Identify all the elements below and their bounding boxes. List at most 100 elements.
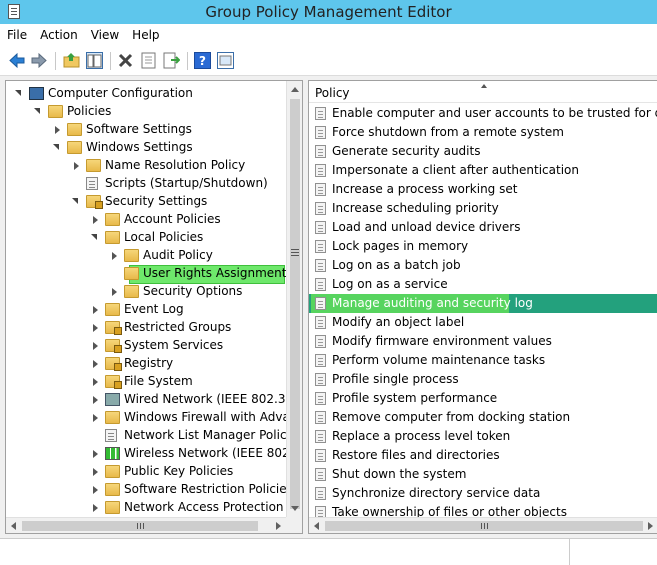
tree-item[interactable]: Event Log bbox=[6, 301, 286, 319]
tree-item[interactable]: Registry bbox=[6, 355, 286, 373]
policy-row[interactable]: Synchronize directory service data bbox=[309, 484, 657, 503]
policy-row[interactable]: Modify an object label bbox=[309, 313, 657, 332]
menu-help[interactable]: Help bbox=[125, 24, 165, 42]
menu-file[interactable]: File bbox=[0, 24, 33, 42]
collapse-arrow-icon[interactable] bbox=[15, 90, 21, 96]
tree-vertical-scrollbar[interactable] bbox=[286, 81, 302, 517]
expand-arrow-icon[interactable] bbox=[93, 342, 98, 350]
expand-arrow-icon[interactable] bbox=[93, 468, 98, 476]
tree-item[interactable]: Software Settings bbox=[6, 121, 286, 139]
tree-item[interactable]: Account Policies bbox=[6, 211, 286, 229]
policy-row[interactable]: Force shutdown from a remote system bbox=[309, 123, 657, 142]
expand-arrow-icon[interactable] bbox=[55, 126, 60, 134]
scroll-thumb[interactable] bbox=[325, 521, 643, 531]
tree-item-label: Name Resolution Policy bbox=[105, 158, 246, 172]
expand-arrow-icon[interactable] bbox=[112, 288, 117, 296]
menu-action[interactable]: Action bbox=[33, 24, 84, 42]
scroll-left-arrow-icon[interactable] bbox=[314, 522, 319, 530]
tree-item[interactable]: Computer Configuration bbox=[6, 85, 286, 103]
scroll-right-arrow-icon[interactable] bbox=[276, 522, 281, 530]
policy-row[interactable]: Restore files and directories bbox=[309, 446, 657, 465]
tree-item[interactable]: Policies bbox=[6, 103, 286, 121]
tree-item[interactable]: Audit Policy bbox=[6, 247, 286, 265]
collapse-arrow-icon[interactable] bbox=[53, 144, 59, 150]
tree-item[interactable]: Local Policies bbox=[6, 229, 286, 247]
help-icon[interactable]: ? bbox=[194, 52, 211, 69]
policy-row[interactable]: Generate security audits bbox=[309, 142, 657, 161]
tree-item[interactable]: Security Options bbox=[6, 283, 286, 301]
folder-icon bbox=[105, 411, 120, 424]
title-bar[interactable]: Group Policy Management Editor bbox=[0, 0, 657, 24]
expand-arrow-icon[interactable] bbox=[93, 360, 98, 368]
up-folder-icon[interactable] bbox=[63, 52, 80, 69]
tree-item[interactable]: Restricted Groups bbox=[6, 319, 286, 337]
tree-horizontal-scrollbar[interactable] bbox=[6, 517, 286, 533]
tree-item[interactable]: Wireless Network (IEEE 802.11) bbox=[6, 445, 302, 463]
scroll-up-arrow-icon[interactable] bbox=[291, 87, 299, 92]
properties-icon[interactable] bbox=[140, 52, 157, 69]
tree-item[interactable]: Network List Manager Policies bbox=[6, 427, 302, 445]
view-icon[interactable] bbox=[217, 52, 234, 69]
policy-list-pane[interactable]: Policy Enable computer and user accounts… bbox=[308, 80, 657, 534]
export-list-icon[interactable] bbox=[163, 52, 180, 69]
tree-item[interactable]: File System bbox=[6, 373, 286, 391]
policy-row[interactable]: Shut down the system bbox=[309, 465, 657, 484]
tree-pane[interactable]: Computer Configuration Policies Software S… bbox=[5, 80, 303, 534]
expand-arrow-icon[interactable] bbox=[112, 252, 117, 260]
scroll-thumb[interactable] bbox=[290, 99, 300, 509]
tree-item[interactable]: Windows Settings bbox=[6, 139, 286, 157]
expand-arrow-icon[interactable] bbox=[93, 504, 98, 512]
policy-row[interactable]: Increase a process working set bbox=[309, 180, 657, 199]
policy-row[interactable]: Log on as a batch job bbox=[309, 256, 657, 275]
menu-view[interactable]: View bbox=[84, 24, 125, 42]
expand-arrow-icon[interactable] bbox=[93, 378, 98, 386]
sort-ascending-icon bbox=[481, 84, 487, 88]
tree-item[interactable]: Software Restriction Policies bbox=[6, 481, 293, 499]
tree-item[interactable]: Scripts (Startup/Shutdown) bbox=[6, 175, 286, 193]
policy-row[interactable]: Manage auditing and security log bbox=[309, 294, 657, 313]
policy-row[interactable]: Log on as a service bbox=[309, 275, 657, 294]
expand-arrow-icon[interactable] bbox=[93, 396, 98, 404]
tree-item-label: Computer Configuration bbox=[48, 86, 193, 100]
collapse-arrow-icon[interactable] bbox=[72, 198, 78, 204]
policy-row[interactable]: Enable computer and user accounts to be … bbox=[309, 104, 657, 123]
tree-item[interactable]: Network Access Protection bbox=[6, 499, 286, 517]
expand-arrow-icon[interactable] bbox=[93, 216, 98, 224]
policy-row[interactable]: Perform volume maintenance tasks bbox=[309, 351, 657, 370]
tree-item[interactable]: Security Settings bbox=[6, 193, 286, 211]
expand-arrow-icon[interactable] bbox=[74, 162, 79, 170]
scroll-right-arrow-icon[interactable] bbox=[648, 522, 653, 530]
tree-item[interactable]: User Rights Assignment bbox=[6, 265, 286, 284]
scroll-thumb[interactable] bbox=[22, 521, 258, 531]
scroll-down-arrow-icon[interactable] bbox=[291, 506, 299, 511]
tree-item[interactable]: System Services bbox=[6, 337, 286, 355]
expand-arrow-icon[interactable] bbox=[93, 414, 98, 422]
collapse-arrow-icon[interactable] bbox=[34, 108, 40, 114]
expand-arrow-icon[interactable] bbox=[93, 324, 98, 332]
tree-item[interactable]: Wired Network (IEEE 802.3) Po bbox=[6, 391, 302, 409]
policy-row[interactable]: Modify firmware environment values bbox=[309, 332, 657, 351]
policy-row[interactable]: Lock pages in memory bbox=[309, 237, 657, 256]
delete-icon[interactable] bbox=[117, 52, 134, 69]
tree-item-label: Security Options bbox=[143, 284, 243, 298]
policy-row[interactable]: Replace a process level token bbox=[309, 427, 657, 446]
forward-icon[interactable] bbox=[30, 52, 47, 69]
policy-row[interactable]: Profile single process bbox=[309, 370, 657, 389]
scroll-left-arrow-icon[interactable] bbox=[11, 522, 16, 530]
policy-row[interactable]: Impersonate a client after authenticatio… bbox=[309, 161, 657, 180]
expand-arrow-icon[interactable] bbox=[93, 486, 98, 494]
policy-row[interactable]: Profile system performance bbox=[309, 389, 657, 408]
policy-column-header[interactable]: Policy bbox=[309, 81, 657, 103]
policy-row[interactable]: Remove computer from docking station bbox=[309, 408, 657, 427]
tree-item[interactable]: Name Resolution Policy bbox=[6, 157, 286, 175]
tree-item[interactable]: Public Key Policies bbox=[6, 463, 286, 481]
expand-arrow-icon[interactable] bbox=[93, 306, 98, 314]
policy-row[interactable]: Load and unload device drivers bbox=[309, 218, 657, 237]
back-icon[interactable] bbox=[9, 52, 26, 69]
tree-item[interactable]: Windows Firewall with Advanc bbox=[6, 409, 302, 427]
collapse-arrow-icon[interactable] bbox=[91, 234, 97, 240]
expand-arrow-icon[interactable] bbox=[93, 450, 98, 458]
list-horizontal-scrollbar[interactable] bbox=[309, 517, 657, 533]
show-hide-tree-icon[interactable] bbox=[86, 52, 103, 69]
policy-row[interactable]: Increase scheduling priority bbox=[309, 199, 657, 218]
